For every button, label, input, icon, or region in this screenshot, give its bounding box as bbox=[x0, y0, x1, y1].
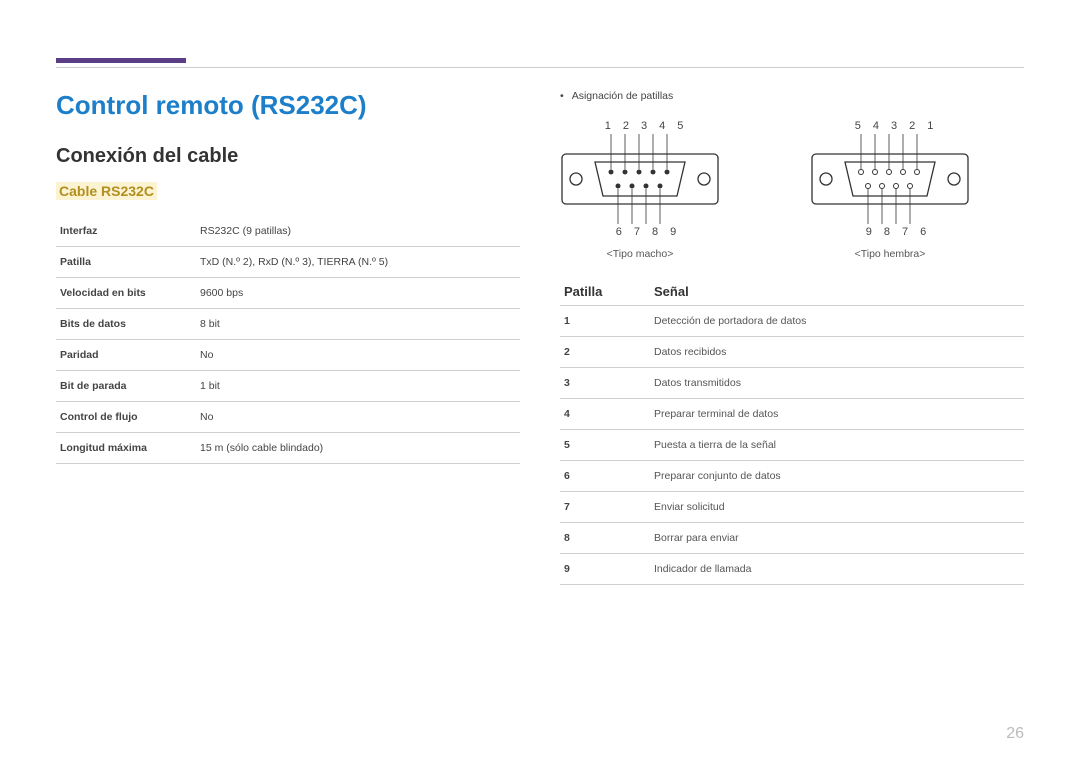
signal-pin: 7 bbox=[560, 492, 650, 523]
table-row: 6Preparar conjunto de datos bbox=[560, 461, 1024, 492]
pin-number: 9 bbox=[670, 226, 676, 238]
pin-number: 6 bbox=[920, 226, 926, 238]
spec-value: RS232C (9 patillas) bbox=[196, 216, 520, 247]
top-horizontal-rule bbox=[56, 67, 1024, 68]
signal-table-header: Patilla Señal bbox=[560, 278, 1024, 305]
page-content: Control remoto (RS232C) Conexión del cab… bbox=[56, 90, 1024, 723]
spec-value: No bbox=[196, 402, 520, 433]
spec-key: Control de flujo bbox=[56, 402, 196, 433]
pin-number: 5 bbox=[855, 120, 861, 132]
table-row: 2Datos recibidos bbox=[560, 337, 1024, 368]
signal-header-signal: Señal bbox=[654, 284, 689, 299]
signal-name: Datos recibidos bbox=[650, 337, 1024, 368]
pin-number: 8 bbox=[884, 226, 890, 238]
table-row: PatillaTxD (N.º 2), RxD (N.º 3), TIERRA … bbox=[56, 247, 520, 278]
table-row: Bit de parada1 bit bbox=[56, 371, 520, 402]
spec-value: 15 m (sólo cable blindado) bbox=[196, 433, 520, 464]
signal-pin: 3 bbox=[560, 368, 650, 399]
spec-value: 1 bit bbox=[196, 371, 520, 402]
signal-name: Puesta a tierra de la señal bbox=[650, 430, 1024, 461]
spec-key: Paridad bbox=[56, 340, 196, 371]
male-bottom-pins: 6789 bbox=[604, 226, 677, 238]
table-row: 1Detección de portadora de datos bbox=[560, 306, 1024, 337]
spec-key: Patilla bbox=[56, 247, 196, 278]
spec-value: 9600 bps bbox=[196, 278, 520, 309]
signal-name: Borrar para enviar bbox=[650, 523, 1024, 554]
pin-number: 2 bbox=[909, 120, 915, 132]
table-row: Velocidad en bits9600 bps bbox=[56, 278, 520, 309]
signal-name: Preparar conjunto de datos bbox=[650, 461, 1024, 492]
pin-number: 2 bbox=[623, 120, 629, 132]
section-subtitle: Conexión del cable bbox=[56, 145, 520, 168]
pin-number: 7 bbox=[634, 226, 640, 238]
male-top-pins: 12345 bbox=[597, 120, 684, 132]
signal-table: 1Detección de portadora de datos2Datos r… bbox=[560, 305, 1024, 585]
signal-name: Indicador de llamada bbox=[650, 554, 1024, 585]
table-row: Control de flujoNo bbox=[56, 402, 520, 433]
spec-value: 8 bit bbox=[196, 309, 520, 340]
female-bottom-pins: 9876 bbox=[854, 226, 927, 238]
male-label: <Tipo macho> bbox=[607, 248, 674, 260]
female-top-pins: 54321 bbox=[847, 120, 934, 132]
signal-pin: 2 bbox=[560, 337, 650, 368]
spec-key: Interfaz bbox=[56, 216, 196, 247]
pin-number: 3 bbox=[891, 120, 897, 132]
signal-header-pin: Patilla bbox=[564, 284, 654, 299]
page-number: 26 bbox=[1006, 725, 1024, 743]
spec-table: InterfazRS232C (9 patillas)PatillaTxD (N… bbox=[56, 216, 520, 464]
pin-number: 5 bbox=[677, 120, 683, 132]
spec-key: Velocidad en bits bbox=[56, 278, 196, 309]
table-row: 7Enviar solicitud bbox=[560, 492, 1024, 523]
table-row: ParidadNo bbox=[56, 340, 520, 371]
table-row: 4Preparar terminal de datos bbox=[560, 399, 1024, 430]
cable-title: Cable RS232C bbox=[56, 182, 157, 200]
table-row: 3Datos transmitidos bbox=[560, 368, 1024, 399]
connector-diagrams: 12345 6789 <Tipo macho> bbox=[560, 120, 1024, 260]
signal-pin: 5 bbox=[560, 430, 650, 461]
pin-number: 8 bbox=[652, 226, 658, 238]
spec-key: Bit de parada bbox=[56, 371, 196, 402]
signal-name: Enviar solicitud bbox=[650, 492, 1024, 523]
pin-number: 4 bbox=[659, 120, 665, 132]
connector-male: 12345 6789 <Tipo macho> bbox=[560, 120, 720, 260]
table-row: Bits de datos8 bit bbox=[56, 309, 520, 340]
pin-number: 1 bbox=[605, 120, 611, 132]
signal-name: Detección de portadora de datos bbox=[650, 306, 1024, 337]
right-column: Asignación de patillas 12345 bbox=[560, 90, 1024, 723]
signal-name: Datos transmitidos bbox=[650, 368, 1024, 399]
table-row: 8Borrar para enviar bbox=[560, 523, 1024, 554]
signal-pin: 1 bbox=[560, 306, 650, 337]
spec-value: No bbox=[196, 340, 520, 371]
spec-key: Longitud máxima bbox=[56, 433, 196, 464]
table-row: 5Puesta a tierra de la señal bbox=[560, 430, 1024, 461]
signal-pin: 9 bbox=[560, 554, 650, 585]
spec-value: TxD (N.º 2), RxD (N.º 3), TIERRA (N.º 5) bbox=[196, 247, 520, 278]
spec-key: Bits de datos bbox=[56, 309, 196, 340]
signal-pin: 8 bbox=[560, 523, 650, 554]
pin-number: 3 bbox=[641, 120, 647, 132]
table-row: 9Indicador de llamada bbox=[560, 554, 1024, 585]
page-accent-tab bbox=[56, 58, 186, 63]
signal-pin: 6 bbox=[560, 461, 650, 492]
connector-female: 54321 9876 <Tipo hembra> bbox=[810, 120, 970, 260]
left-column: Control remoto (RS232C) Conexión del cab… bbox=[56, 90, 520, 723]
pin-number: 7 bbox=[902, 226, 908, 238]
signal-name: Preparar terminal de datos bbox=[650, 399, 1024, 430]
table-row: InterfazRS232C (9 patillas) bbox=[56, 216, 520, 247]
pin-number: 1 bbox=[927, 120, 933, 132]
female-label: <Tipo hembra> bbox=[855, 248, 926, 260]
pin-assignment-bullet: Asignación de patillas bbox=[560, 90, 1024, 102]
db9-female-icon bbox=[810, 134, 970, 224]
pin-number: 6 bbox=[616, 226, 622, 238]
page-title: Control remoto (RS232C) bbox=[56, 90, 520, 121]
pin-number: 9 bbox=[866, 226, 872, 238]
table-row: Longitud máxima15 m (sólo cable blindado… bbox=[56, 433, 520, 464]
pin-number: 4 bbox=[873, 120, 879, 132]
signal-pin: 4 bbox=[560, 399, 650, 430]
db9-male-icon bbox=[560, 134, 720, 224]
